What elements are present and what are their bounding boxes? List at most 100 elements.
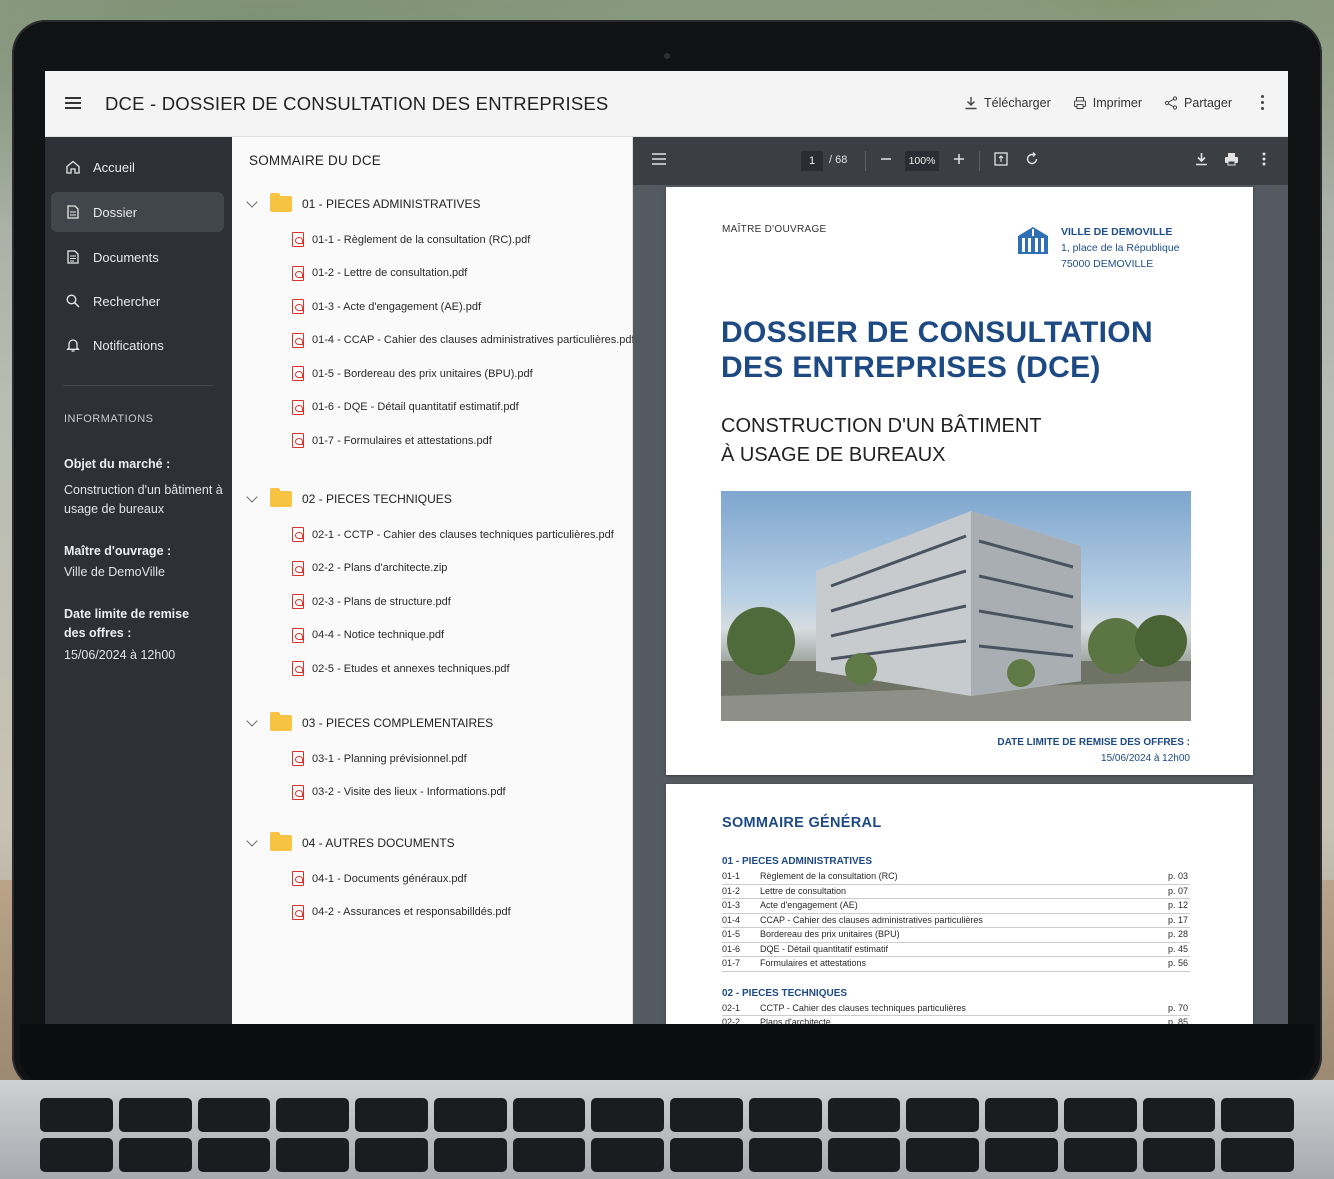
summary-row-title: Bordereau des prix unitaires (BPU) — [760, 929, 900, 939]
folder-row[interactable]: 01 - PIECES ADMINISTRATIVES — [246, 193, 481, 212]
file-item[interactable]: 02-2 - Plans d'architecte.zip — [292, 560, 448, 576]
summary-row-page: p. 03 — [1167, 871, 1188, 881]
summary-row: 01-6 DQE - Détail quantitatif estimatif p.… — [722, 943, 1190, 957]
info-heading: INFORMATIONS — [64, 413, 154, 425]
sidebar-divider — [63, 385, 213, 386]
summary-row: 02-2 Plans d'architecte p. 85 — [722, 1016, 1190, 1024]
chevron-down-icon[interactable] — [246, 491, 258, 503]
file-item[interactable]: 01-2 - Lettre de consultation.pdf — [292, 265, 468, 281]
keyboard-key — [827, 1098, 901, 1132]
keyboard-key — [748, 1138, 822, 1172]
file-name: 04-2 - Assurances et responsabilldés.pdf — [312, 906, 511, 918]
more-options-icon[interactable] — [1260, 95, 1264, 110]
sidebar-item-notifications[interactable]: Notifications — [51, 325, 224, 365]
document-title-line1: DOSSIER DE CONSULTATION — [721, 316, 1153, 349]
viewer-more-icon[interactable] — [1262, 152, 1266, 169]
file-item[interactable]: 01-6 - DQE - Détail quantitatif estimati… — [292, 399, 519, 415]
file-item[interactable]: 01-3 - Acte d'engagement (AE).pdf — [292, 299, 481, 314]
page-number-input[interactable]: 1 — [801, 151, 823, 171]
webcam — [664, 53, 670, 59]
sidebar-item-dossier[interactable]: Dossier — [51, 192, 224, 232]
keyboard-key — [197, 1138, 271, 1172]
sidebar-item-documents[interactable]: Documents — [51, 237, 224, 277]
summary-row: 01-2 Lettre de consultation p. 07 — [722, 885, 1190, 899]
fit-page-icon[interactable] — [994, 152, 1008, 169]
pdf-file-icon — [292, 299, 304, 314]
file-item[interactable]: 01-7 - Formulaires et attestations.pdf — [292, 433, 492, 448]
summary-row-number: 01-2 — [722, 885, 741, 896]
pdf-file-icon — [292, 527, 304, 542]
file-item[interactable]: 02-1 - CCTP - Cahier des clauses techniq… — [292, 527, 614, 542]
download-icon — [965, 96, 977, 109]
document-title-line2: DES ENTREPRISES (DCE) — [721, 351, 1101, 384]
file-name: 02-5 - Etudes et annexes techniques.pdf — [312, 662, 510, 675]
file-item[interactable]: 03-1 - Planning prévisionnel.pdf — [292, 751, 467, 766]
summary-row-number: 01-4 — [722, 914, 741, 925]
summary-row-number: 01-5 — [722, 929, 741, 939]
search-icon — [66, 294, 80, 308]
zoom-level[interactable]: 100% — [905, 151, 939, 171]
file-item[interactable]: 03-2 - Visite des lieux - Informations.p… — [292, 784, 506, 800]
summary-row-page: p. 56 — [1167, 958, 1188, 968]
share-label: Partager — [1184, 95, 1232, 110]
keyboard-key — [197, 1098, 271, 1132]
chevron-down-icon[interactable] — [246, 715, 258, 727]
share-button[interactable]: Partager — [1164, 96, 1232, 110]
folder-icon — [270, 488, 292, 507]
viewer-print-icon[interactable] — [1224, 152, 1239, 169]
chevron-down-icon[interactable] — [246, 835, 258, 847]
keyboard — [40, 1098, 1294, 1179]
objet-value: Construction d'un bâtiment à usage de bu… — [64, 483, 223, 516]
file-item[interactable]: 01-4 - CCAP - Cahier des clauses adminis… — [292, 332, 635, 348]
download-button[interactable]: Télécharger — [964, 96, 1051, 110]
summary-row-title: Plans d'architecte — [760, 1017, 831, 1024]
file-name: 01-2 - Lettre de consultation.pdf — [312, 267, 468, 279]
keyboard-key — [118, 1098, 192, 1132]
document-title: DOSSIER DE CONSULTATION DES ENTREPRISES … — [721, 315, 1153, 385]
moa-value: Ville de DemoVille — [64, 565, 165, 579]
summary-row-page: p. 28 — [1167, 929, 1188, 939]
file-name: 03-1 - Planning prévisionnel.pdf — [312, 752, 467, 765]
folder-label: 01 - PIECES ADMINISTRATIVES — [302, 197, 481, 211]
print-label: Imprimer — [1092, 95, 1143, 110]
keyboard-key — [276, 1098, 349, 1132]
keyboard-key — [433, 1138, 507, 1172]
pdf-file-icon — [292, 332, 304, 348]
file-item[interactable]: 04-1 - Documents généraux.pdf — [292, 871, 467, 886]
city-logo-icon — [1018, 227, 1048, 254]
sidebar-item-accueil[interactable]: Accueil — [51, 147, 224, 187]
chevron-down-icon[interactable] — [246, 196, 258, 208]
sidebar-toggle-icon[interactable] — [652, 152, 666, 168]
summary-row: 01-1 Règlement de la consultation (RC) p. … — [722, 870, 1190, 885]
menu-icon[interactable] — [65, 97, 81, 109]
file-item[interactable]: 04-2 - Assurances et responsabilldés.pdf — [292, 904, 511, 920]
zoom-in-icon[interactable] — [953, 152, 965, 168]
keyboard-key — [1221, 1098, 1294, 1132]
app-title: DCE - DOSSIER DE CONSULTATION DES ENTREP… — [105, 93, 609, 114]
keyboard-key — [40, 1138, 113, 1172]
summary-row-title: CCAP - Cahier des clauses administrative… — [760, 914, 983, 925]
folder-row[interactable]: 03 - PIECES COMPLEMENTAIRES — [246, 712, 493, 731]
folder-row[interactable]: 02 - PIECES TECHNIQUES — [246, 488, 452, 507]
file-item[interactable]: 01-1 - Règlement de la consultation (RC)… — [292, 232, 530, 247]
summary-row-number: 01-6 — [722, 943, 741, 954]
bell-icon — [66, 339, 80, 352]
file-item[interactable]: 02-3 - Plans de structure.pdf — [292, 594, 451, 609]
file-item[interactable]: 01-5 - Bordereau des prix unitaires (BPU… — [292, 366, 533, 381]
file-name: 01-1 - Règlement de la consultation (RC)… — [312, 233, 531, 246]
sidebar-item-rechercher[interactable]: Rechercher — [51, 281, 224, 321]
zoom-out-icon[interactable] — [880, 152, 892, 168]
sidebar-item-label: Rechercher — [93, 293, 161, 309]
file-item[interactable]: 04-4 - Notice technique.pdf — [292, 627, 444, 643]
viewer-download-icon[interactable] — [1195, 152, 1208, 169]
rotate-icon[interactable] — [1025, 152, 1039, 169]
file-name: 02-2 - Plans d'architecte.zip — [312, 562, 448, 574]
pdf-file-icon — [292, 661, 304, 676]
print-button[interactable]: Imprimer — [1073, 96, 1142, 110]
folder-row[interactable]: 04 - AUTRES DOCUMENTS — [246, 832, 455, 851]
summary-row-title: Formulaires et attestations — [760, 958, 867, 968]
keyboard-key — [1063, 1098, 1137, 1132]
folder-label: 04 - AUTRES DOCUMENTS — [302, 836, 455, 850]
file-item[interactable]: 02-5 - Etudes et annexes techniques.pdf — [292, 661, 510, 676]
summary-row-page: p. 12 — [1167, 900, 1188, 910]
